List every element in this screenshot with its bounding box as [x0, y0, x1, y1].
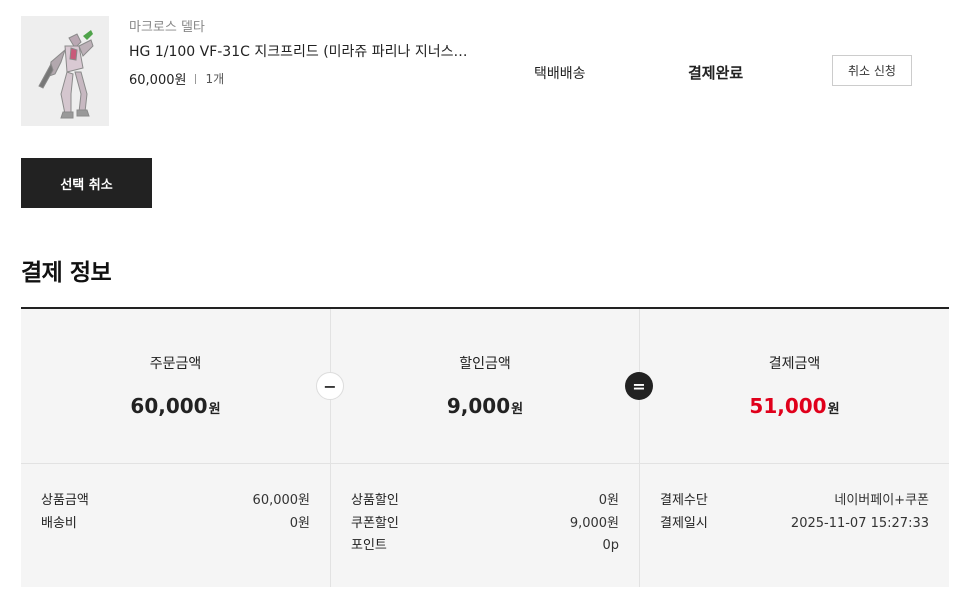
detail-label: 결제일시	[660, 515, 708, 531]
detail-row: 포인트 0p	[351, 537, 619, 560]
order-amount-value: 60,000원	[21, 394, 330, 418]
payment-info-title: 결제 정보	[21, 260, 112, 286]
detail-label: 결제수단	[660, 493, 708, 508]
payment-info-panel: 주문금액 60,000원 상품금액 60,000원 배송비 0원 할인금액 9,00…	[21, 307, 949, 587]
detail-value: 9,000원	[569, 515, 619, 531]
cancel-request-button[interactable]: 취소 신청	[832, 55, 912, 86]
order-product-row: 마크로스 델타 HG 1/100 VF-31C 지크프리드 (미라쥬 파리나 지…	[21, 16, 921, 126]
product-price: 60,000원	[129, 73, 187, 88]
order-amount-label: 주문금액	[149, 356, 202, 372]
discount-amount-column: 할인금액 9,000원 상품할인 0원 쿠폰할인 9,000원 포인트 0p	[330, 309, 639, 587]
payment-amount-details: 결제수단 네이버페이+쿠폰 결제일시 2025-11-07 15:27:33	[660, 492, 929, 537]
detail-value: 0원	[289, 515, 310, 531]
discount-amount-number: 9,000	[446, 394, 511, 418]
detail-label: 배송비	[41, 515, 77, 531]
detail-value: 60,000원	[252, 493, 310, 508]
order-amount-summary: 주문금액 60,000원	[21, 309, 330, 464]
detail-row: 쿠폰할인 9,000원	[351, 515, 619, 538]
detail-value: 0원	[598, 493, 619, 508]
discount-amount-summary: 할인금액 9,000원	[331, 309, 639, 464]
product-price-qty: 60,000원 1개	[129, 69, 224, 88]
detail-row: 결제수단 네이버페이+쿠폰	[660, 492, 929, 515]
detail-value: 2025-11-07 15:27:33	[790, 515, 929, 531]
payment-amount-column: 결제금액 51,000원 결제수단 네이버페이+쿠폰 결제일시 2025-11-07…	[639, 309, 949, 587]
product-quantity: 1개	[205, 72, 225, 86]
product-brand[interactable]: 마크로스 델타	[129, 16, 205, 35]
detail-label: 포인트	[351, 538, 387, 553]
detail-row: 결제일시 2025-11-07 15:27:33	[660, 515, 929, 538]
discount-amount-details: 상품할인 0원 쿠폰할인 9,000원 포인트 0p	[351, 492, 619, 560]
order-amount-details: 상품금액 60,000원 배송비 0원	[41, 492, 310, 537]
payment-amount-label: 결제금액	[768, 356, 821, 372]
detail-row: 상품할인 0원	[351, 492, 619, 515]
payment-amount-number: 51,000	[749, 394, 827, 418]
currency-unit: 원	[208, 402, 221, 417]
product-name[interactable]: HG 1/100 VF-31C 지크프리드 (미라쥬 파리나 지너스 …	[129, 41, 469, 61]
detail-label: 상품할인	[351, 493, 399, 508]
divider	[195, 73, 197, 84]
detail-value: 네이버페이+쿠폰	[834, 493, 929, 508]
detail-value: 0p	[602, 538, 619, 553]
shipping-method: 택배배송	[534, 66, 586, 82]
discount-amount-label: 할인금액	[459, 356, 511, 372]
select-cancel-button[interactable]: 선택 취소	[21, 158, 152, 208]
order-amount-number: 60,000	[130, 394, 208, 418]
payment-amount-value: 51,000원	[640, 394, 949, 418]
order-amount-column: 주문금액 60,000원 상품금액 60,000원 배송비 0원	[21, 309, 330, 587]
product-thumbnail[interactable]	[21, 16, 109, 126]
detail-label: 쿠폰할인	[351, 515, 399, 531]
order-status: 결제완료	[688, 64, 744, 82]
detail-row: 배송비 0원	[41, 515, 310, 538]
detail-label: 상품금액	[41, 493, 89, 508]
currency-unit: 원	[827, 402, 840, 417]
equals-icon: =	[625, 372, 653, 400]
payment-amount-summary: 결제금액 51,000원	[640, 309, 949, 464]
minus-icon: −	[316, 372, 344, 400]
discount-amount-value: 9,000원	[331, 394, 639, 418]
detail-row: 상품금액 60,000원	[41, 492, 310, 515]
robot-figure-image	[21, 16, 109, 126]
currency-unit: 원	[511, 402, 524, 417]
